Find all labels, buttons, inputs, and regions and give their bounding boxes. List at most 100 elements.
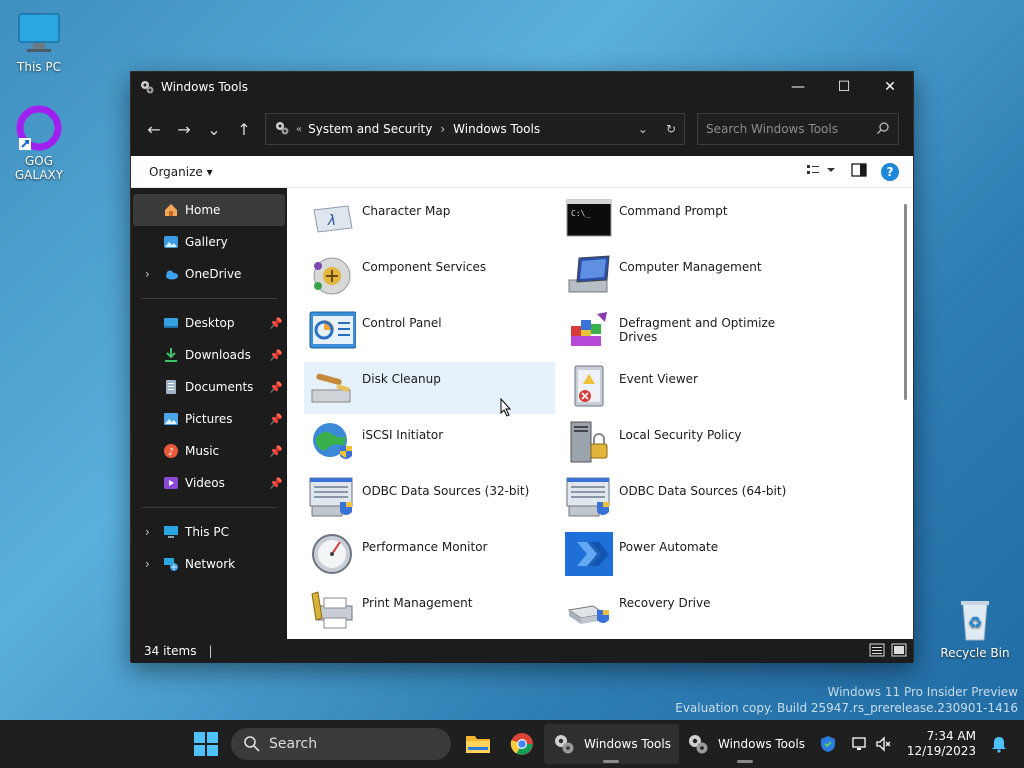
gog-galaxy-icon xyxy=(15,104,63,152)
minimize-button[interactable]: — xyxy=(775,72,821,102)
item-event-viewer[interactable]: Event Viewer xyxy=(561,362,812,414)
pin-icon[interactable]: 📌 xyxy=(269,477,283,490)
breadcrumb-overflow[interactable]: « xyxy=(296,124,302,135)
details-pane-icon[interactable] xyxy=(851,163,867,180)
item-defragment[interactable]: Defragment and Optimize Drives xyxy=(561,306,812,358)
clock[interactable]: 7:34 AM 12/19/2023 xyxy=(907,729,976,759)
item-label: iSCSI Initiator xyxy=(362,428,444,442)
address-bar[interactable]: « System and Security › Windows Tools ⌄ … xyxy=(265,113,685,145)
help-icon[interactable]: ? xyxy=(881,162,899,181)
close-button[interactable]: ✕ xyxy=(867,72,913,102)
desktop-icon-gog-galaxy[interactable]: GOG GALAXY xyxy=(0,104,78,182)
item-computer-management[interactable]: Computer Management xyxy=(561,250,812,302)
taskbar-file-explorer[interactable] xyxy=(456,724,500,764)
sidebar-item-label: Downloads xyxy=(185,348,251,362)
item-print-management[interactable]: Print Management xyxy=(304,586,555,638)
home-icon xyxy=(163,202,179,218)
sidebar-item-gallery[interactable]: Gallery xyxy=(131,226,287,258)
taskbar-search[interactable]: Search xyxy=(231,728,451,760)
taskbar-windows-tools-1[interactable]: Windows Tools xyxy=(544,724,679,764)
sidebar-item-network[interactable]: › Network xyxy=(131,548,287,580)
item-odbc-32[interactable]: ODBC Data Sources (32-bit) xyxy=(304,474,555,526)
recycle-bin-icon: ♻ xyxy=(951,596,999,644)
forward-button[interactable]: → xyxy=(169,114,199,144)
start-button[interactable] xyxy=(194,732,218,756)
volume-muted-icon[interactable] xyxy=(875,735,893,753)
item-component-services[interactable]: Component Services xyxy=(304,250,555,302)
item-label: Print Management xyxy=(362,596,473,610)
windows-tools-icon xyxy=(274,120,290,139)
refresh-icon[interactable]: ↻ xyxy=(666,122,676,136)
up-button[interactable]: ↑ xyxy=(229,114,259,144)
item-recovery-drive[interactable]: Recovery Drive xyxy=(561,586,812,638)
desktop-icon-label: This PC xyxy=(17,60,61,74)
sidebar-item-documents[interactable]: Documents 📌 xyxy=(131,371,287,403)
security-shield-icon[interactable] xyxy=(819,735,837,753)
explorer-window: Windows Tools — ☐ ✕ ← → ⌄ ↑ « System and… xyxy=(130,71,914,663)
taskbar-chrome[interactable] xyxy=(502,724,542,764)
item-iscsi-initiator[interactable]: iSCSI Initiator xyxy=(304,418,555,470)
command-bar: Organize ▾ ? xyxy=(131,156,913,188)
pin-icon[interactable]: 📌 xyxy=(269,317,283,330)
cloud-icon xyxy=(163,266,179,282)
search-input[interactable]: Search Windows Tools xyxy=(706,122,838,136)
file-list: λ Character Map C:\_ Command Prompt Comp… xyxy=(287,188,913,639)
item-label: Control Panel xyxy=(362,316,442,330)
folder-icon xyxy=(466,736,490,753)
iscsi-initiator-icon xyxy=(308,420,356,464)
sidebar-item-this-pc[interactable]: › This PC xyxy=(131,516,287,548)
item-disk-cleanup[interactable]: Disk Cleanup xyxy=(304,362,555,414)
search-box[interactable]: Search Windows Tools xyxy=(697,113,899,145)
desktop-icon-this-pc[interactable]: This PC xyxy=(0,10,78,74)
chevron-right-icon[interactable]: › xyxy=(145,267,150,281)
breadcrumb-windows-tools[interactable]: Windows Tools xyxy=(453,122,540,136)
item-local-security-policy[interactable]: Local Security Policy xyxy=(561,418,812,470)
back-button[interactable]: ← xyxy=(139,114,169,144)
sidebar-item-music[interactable]: ♪ Music 📌 xyxy=(131,435,287,467)
breadcrumb-system-and-security[interactable]: System and Security xyxy=(308,122,432,136)
network-icon[interactable] xyxy=(851,735,869,753)
details-view-icon[interactable] xyxy=(869,643,885,660)
chevron-right-icon[interactable]: › xyxy=(145,557,150,571)
item-power-automate[interactable]: Power Automate xyxy=(561,530,812,582)
status-separator: | xyxy=(208,644,213,658)
sidebar-item-label: Desktop xyxy=(185,316,235,330)
item-control-panel[interactable]: Control Panel xyxy=(304,306,555,358)
windows-logo-icon xyxy=(207,745,218,756)
watermark-build: Evaluation copy. Build 25947.rs_prerelea… xyxy=(675,701,1018,715)
item-command-prompt[interactable]: C:\_ Command Prompt xyxy=(561,194,812,246)
large-icons-view-icon[interactable] xyxy=(891,643,907,660)
disk-cleanup-icon xyxy=(308,364,356,408)
maximize-button[interactable]: ☐ xyxy=(821,72,867,102)
watermark-edition: Windows 11 Pro Insider Preview xyxy=(827,685,1018,699)
svg-text:C:\_: C:\_ xyxy=(571,209,590,218)
sidebar-item-downloads[interactable]: Downloads 📌 xyxy=(131,339,287,371)
breadcrumb-separator[interactable]: › xyxy=(440,122,445,136)
item-odbc-64[interactable]: ODBC Data Sources (64-bit) xyxy=(561,474,812,526)
chevron-right-icon[interactable]: › xyxy=(145,525,150,539)
pin-icon[interactable]: 📌 xyxy=(269,349,283,362)
item-character-map[interactable]: λ Character Map xyxy=(304,194,555,246)
organize-menu[interactable]: Organize ▾ xyxy=(149,165,213,179)
title-bar[interactable]: Windows Tools — ☐ ✕ xyxy=(131,72,913,102)
taskbar-windows-tools-2[interactable]: Windows Tools xyxy=(678,724,813,764)
desktop-icon-recycle-bin[interactable]: ♻ Recycle Bin xyxy=(936,596,1014,660)
pin-icon[interactable]: 📌 xyxy=(269,445,283,458)
view-options-icon[interactable] xyxy=(807,164,837,179)
notification-bell-icon[interactable] xyxy=(990,735,1008,753)
item-performance-monitor[interactable]: Performance Monitor xyxy=(304,530,555,582)
windows-tools-icon xyxy=(139,79,155,95)
vertical-scrollbar[interactable] xyxy=(904,204,907,400)
character-map-icon: λ xyxy=(308,196,356,240)
recent-locations-button[interactable]: ⌄ xyxy=(199,114,229,144)
sidebar-item-desktop[interactable]: Desktop 📌 xyxy=(131,307,287,339)
pin-icon[interactable]: 📌 xyxy=(269,381,283,394)
sidebar-item-videos[interactable]: Videos 📌 xyxy=(131,467,287,499)
sidebar-item-onedrive[interactable]: › OneDrive xyxy=(131,258,287,290)
pin-icon[interactable]: 📌 xyxy=(269,413,283,426)
item-label: Local Security Policy xyxy=(619,428,742,442)
windows-logo-icon xyxy=(194,745,205,756)
chevron-down-icon[interactable]: ⌄ xyxy=(638,122,648,136)
sidebar-item-home[interactable]: Home xyxy=(133,194,285,226)
sidebar-item-pictures[interactable]: Pictures 📌 xyxy=(131,403,287,435)
